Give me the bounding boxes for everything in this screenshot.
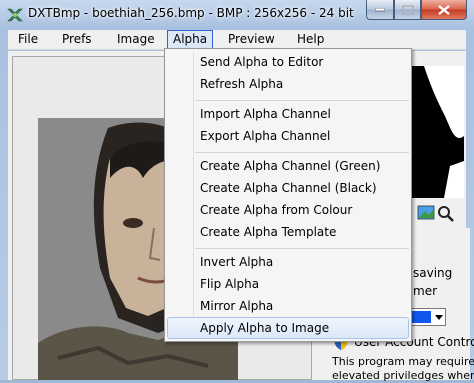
chevron-down-icon bbox=[433, 310, 445, 324]
title-bar[interactable]: DXTBmp - boethiah_256.bmp - BMP : 256x25… bbox=[0, 0, 474, 30]
menu-item-flip-alpha[interactable]: Flip Alpha bbox=[167, 273, 409, 295]
menu-alpha[interactable]: Alpha bbox=[167, 30, 214, 50]
close-button[interactable] bbox=[421, 0, 467, 20]
menu-item-mirror-alpha[interactable]: Mirror Alpha bbox=[167, 295, 409, 317]
menu-preview[interactable]: Preview bbox=[222, 30, 281, 50]
menu-separator bbox=[195, 248, 409, 249]
color-dropdown[interactable] bbox=[408, 308, 446, 326]
menu-separator bbox=[195, 152, 409, 153]
menu-item-create-alpha-template[interactable]: Create Alpha Template bbox=[167, 221, 409, 243]
window-title: DXTBmp - boethiah_256.bmp - BMP : 256x25… bbox=[28, 6, 354, 20]
menu-item-send-alpha-to-editor[interactable]: Send Alpha to Editor bbox=[167, 51, 409, 73]
option-label: mer bbox=[413, 284, 438, 298]
minimize-button[interactable] bbox=[366, 0, 394, 20]
close-icon bbox=[438, 4, 450, 15]
menu-item-create-alpha-black[interactable]: Create Alpha Channel (Black) bbox=[167, 177, 409, 199]
uac-text-line: elevated priviledges when bbox=[332, 369, 474, 382]
menu-prefs[interactable]: Prefs bbox=[56, 30, 98, 50]
menu-item-apply-alpha-to-image[interactable]: Apply Alpha to Image bbox=[167, 317, 409, 339]
menu-image[interactable]: Image bbox=[111, 30, 161, 50]
menu-item-create-alpha-green[interactable]: Create Alpha Channel (Green) bbox=[167, 155, 409, 177]
menu-item-import-alpha-channel[interactable]: Import Alpha Channel bbox=[167, 103, 409, 125]
menu-separator bbox=[195, 100, 409, 101]
app-icon bbox=[6, 6, 24, 24]
menu-file[interactable]: File bbox=[12, 30, 44, 50]
menu-item-refresh-alpha[interactable]: Refresh Alpha bbox=[167, 73, 409, 95]
uac-text-line: This program may require bbox=[332, 355, 474, 368]
maximize-icon bbox=[402, 5, 413, 14]
maximize-button[interactable] bbox=[394, 0, 421, 20]
alpha-menu-dropdown: Send Alpha to Editor Refresh Alpha Impor… bbox=[164, 48, 412, 342]
menu-item-export-alpha-channel[interactable]: Export Alpha Channel bbox=[167, 125, 409, 147]
menu-item-invert-alpha[interactable]: Invert Alpha bbox=[167, 251, 409, 273]
menu-item-create-alpha-from-colour[interactable]: Create Alpha from Colour bbox=[167, 199, 409, 221]
menu-bar: File Prefs Image Alpha Preview Help bbox=[8, 30, 466, 50]
color-swatch bbox=[411, 311, 431, 323]
alpha-preview bbox=[410, 66, 464, 198]
saving-label: saving bbox=[413, 266, 453, 280]
minimize-icon bbox=[375, 7, 385, 11]
toolbar-icons bbox=[412, 204, 458, 222]
menu-help[interactable]: Help bbox=[291, 30, 330, 50]
